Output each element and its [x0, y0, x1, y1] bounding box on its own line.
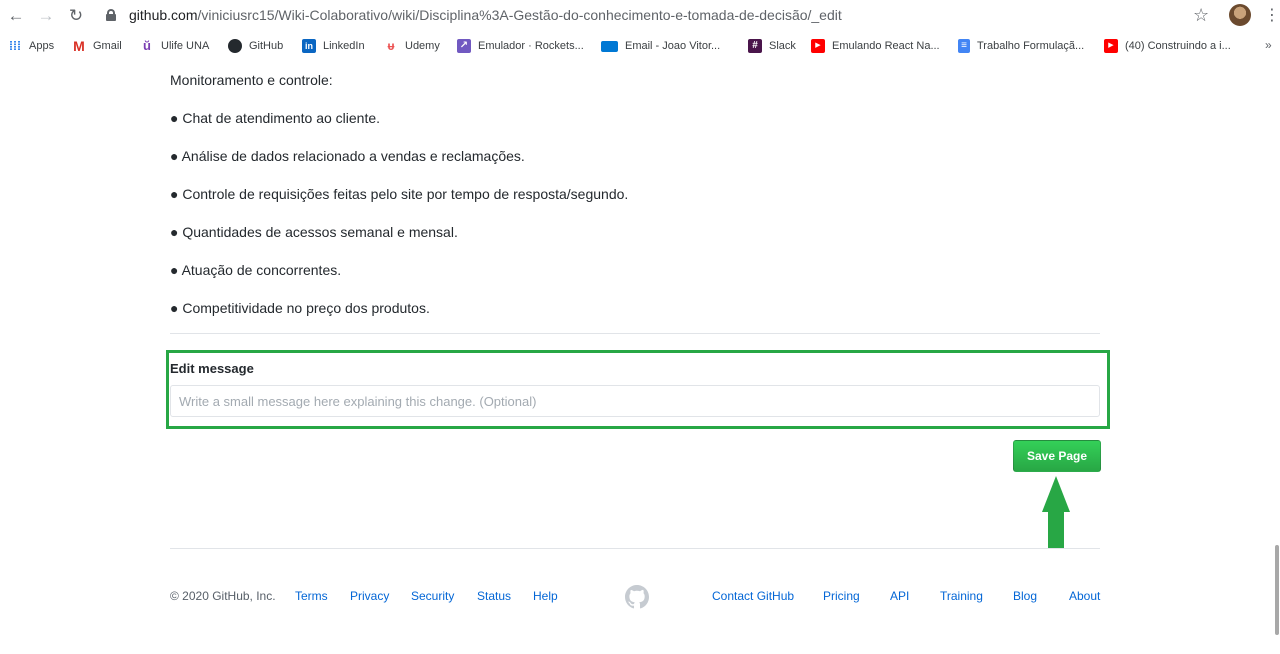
gmail-icon: M — [73, 38, 85, 54]
bookmark-label: Ulife UNA — [161, 40, 210, 52]
bookmark-label: Gmail — [93, 40, 122, 52]
bookmark-github[interactable]: GitHub — [228, 38, 283, 54]
url-text[interactable]: github.com/viniciusrc15/Wiki-Colaborativ… — [129, 7, 842, 23]
footer-link-status[interactable]: Status — [477, 589, 511, 603]
bookmark-label: Trabalho Formulaçã... — [977, 40, 1085, 52]
bookmark-rocketseat[interactable]: ↗ Emulador · Rockets... — [457, 38, 584, 54]
udemy-icon: ᵾ — [387, 39, 395, 53]
bullet-item: ● Chat de atendimento ao cliente. — [170, 110, 381, 126]
browser-toolbar: ← → ↻ github.com/viniciusrc15/Wiki-Colab… — [0, 0, 1280, 34]
bookmark-slack[interactable]: # Slack — [748, 38, 796, 54]
profile-avatar[interactable] — [1229, 4, 1251, 26]
footer-link-privacy[interactable]: Privacy — [350, 589, 389, 603]
bookmark-label: Apps — [29, 40, 55, 52]
save-page-button[interactable]: Save Page — [1013, 440, 1101, 472]
page-scrollbar[interactable] — [1275, 545, 1279, 635]
up-arrow-annotation-icon — [1042, 476, 1070, 512]
bookmark-emulando-react[interactable]: ▶ Emulando React Na... — [811, 38, 940, 54]
edit-message-label: Edit message — [170, 361, 254, 376]
lock-icon — [106, 9, 116, 21]
github-mark-icon[interactable] — [625, 585, 649, 609]
bookmark-label: LinkedIn — [323, 40, 365, 52]
bullet-item: ● Quantidades de acessos semanal e mensa… — [170, 224, 458, 240]
bookmark-apps[interactable]: ⁞⁞⁞ Apps — [8, 38, 54, 54]
address-bar[interactable]: github.com/viniciusrc15/Wiki-Colaborativ… — [100, 3, 1180, 29]
youtube-icon: ▶ — [1104, 39, 1118, 53]
bookmark-ulife[interactable]: ŭ Ulife UNA — [140, 38, 209, 54]
bookmark-label: (40) Construindo a i... — [1125, 40, 1231, 52]
email-icon — [601, 40, 618, 52]
footer-link-pricing[interactable]: Pricing — [823, 589, 860, 603]
bookmark-gmail[interactable]: M Gmail — [72, 38, 122, 54]
site-footer: © 2020 GitHub, Inc. Terms Privacy Securi… — [170, 585, 1100, 609]
bookmark-construindo[interactable]: ▶ (40) Construindo a i... — [1104, 38, 1231, 54]
footer-divider — [170, 548, 1100, 549]
footer-link-help[interactable]: Help — [533, 589, 558, 603]
footer-copyright: © 2020 GitHub, Inc. — [170, 589, 276, 603]
bullet-item: ● Atuação de concorrentes. — [170, 262, 342, 278]
back-arrow-icon[interactable]: ← — [5, 5, 27, 27]
bookmarks-overflow-icon[interactable]: » — [1265, 38, 1272, 52]
bookmark-email[interactable]: Email - Joao Vitor... — [601, 38, 720, 54]
reload-icon[interactable]: ↻ — [65, 5, 87, 27]
section-title: Monitoramento e controle: — [170, 72, 333, 88]
arrow-shaft — [1048, 510, 1064, 548]
footer-link-contact-github[interactable]: Contact GitHub — [712, 589, 794, 603]
bookmark-label: GitHub — [249, 40, 284, 52]
bullet-item: ● Competitividade no preço dos produtos. — [170, 300, 430, 316]
bookmark-label: Emulador · Rockets... — [478, 40, 584, 52]
footer-link-security[interactable]: Security — [411, 589, 454, 603]
bookmark-trabalho[interactable]: ≡ Trabalho Formulaçã... — [958, 38, 1084, 54]
bookmark-label: Emulando React Na... — [832, 40, 940, 52]
footer-link-terms[interactable]: Terms — [295, 589, 328, 603]
bookmark-star-icon[interactable]: ☆ — [1193, 5, 1209, 26]
bullet-item: ● Análise de dados relacionado a vendas … — [170, 148, 525, 164]
apps-grid-icon: ⁞⁞⁞ — [9, 39, 21, 53]
footer-link-about[interactable]: About — [1069, 589, 1100, 603]
footer-link-api[interactable]: API — [890, 589, 909, 603]
forward-arrow-icon[interactable]: → — [35, 5, 57, 27]
bookmark-label: Udemy — [405, 40, 440, 52]
github-icon — [228, 39, 242, 53]
bookmark-label: Email - Joao Vitor... — [625, 40, 721, 52]
bookmark-label: Slack — [769, 40, 796, 52]
browser-menu-icon[interactable]: ⋮ — [1264, 5, 1280, 25]
footer-link-training[interactable]: Training — [940, 589, 983, 603]
bookmark-linkedin[interactable]: in LinkedIn — [302, 38, 365, 54]
footer-link-blog[interactable]: Blog — [1013, 589, 1037, 603]
ulife-icon: ŭ — [143, 38, 151, 53]
youtube-icon: ▶ — [811, 39, 825, 53]
slack-icon: # — [748, 39, 762, 53]
linkedin-icon: in — [302, 39, 316, 53]
google-docs-icon: ≡ — [958, 39, 970, 53]
bookmarks-bar: ⁞⁞⁞ Apps M Gmail ŭ Ulife UNA GitHub in L… — [0, 34, 1280, 58]
bullet-item: ● Controle de requisições feitas pelo si… — [170, 186, 629, 202]
edit-message-input[interactable] — [170, 385, 1100, 417]
content-divider — [170, 333, 1100, 334]
rocketseat-icon: ↗ — [457, 39, 471, 53]
bookmark-udemy[interactable]: ᵾ Udemy — [384, 38, 440, 54]
